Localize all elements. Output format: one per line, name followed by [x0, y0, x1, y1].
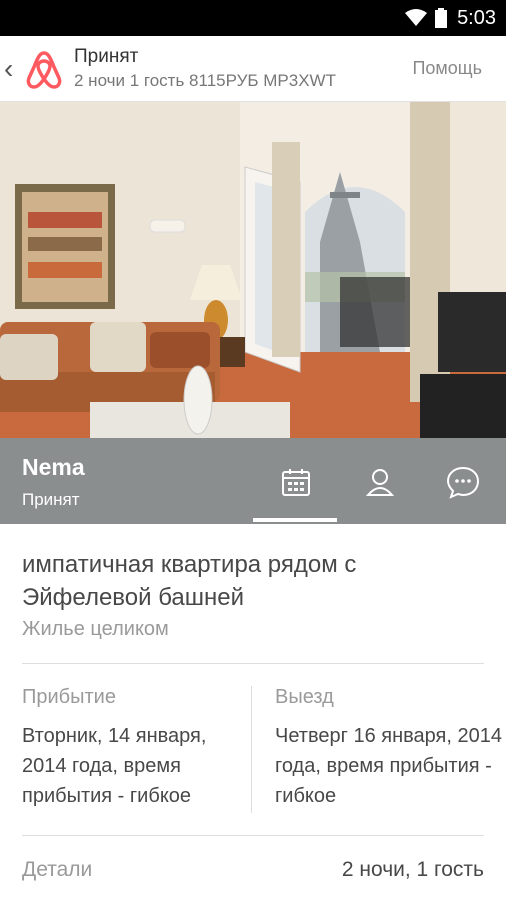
person-icon[interactable]	[360, 462, 400, 502]
dates-section: Прибытие Вторник, 14 января, 2014 года, …	[0, 664, 506, 835]
listing-type: Жилье целиком	[22, 618, 169, 640]
calendar-icon[interactable]	[276, 462, 316, 502]
checkin-value: Вторник, 14 января, 2014 года, время при…	[22, 725, 207, 807]
apartment-photo	[0, 102, 506, 438]
checkout-value: Четверг 16 января, 2014 года, время приб…	[275, 725, 502, 807]
details-label: Детали	[22, 858, 93, 881]
host-bar: Nema Принят	[0, 438, 506, 524]
clock: 5:03	[457, 6, 496, 29]
vertical-divider	[251, 686, 252, 813]
checkin-label: Прибытие	[22, 686, 116, 708]
back-icon[interactable]: ‹	[4, 53, 18, 85]
chat-icon[interactable]	[443, 462, 483, 502]
details-row[interactable]: Детали 2 ночи, 1 гость	[0, 836, 506, 904]
battery-icon	[435, 8, 448, 28]
status-bar: 5:03	[0, 0, 506, 36]
host-status: Принят	[22, 490, 80, 509]
listing-photo[interactable]	[0, 102, 506, 438]
tab-indicator	[253, 518, 337, 522]
listing-title[interactable]: импатичная квартира рядом с Эйфелевой ба…	[22, 548, 484, 614]
checkout-label: Выезд	[275, 686, 334, 708]
app-bar: ‹ Принят 2 ночи 1 гость 8115РУБ MP3XWT П…	[0, 36, 506, 102]
help-button[interactable]: Помощь	[412, 58, 482, 79]
checkin-block: Прибытие Вторник, 14 января, 2014 года, …	[0, 664, 253, 835]
details-value: 2 ночи, 1 гость	[341, 858, 484, 881]
host-name: Nema	[22, 454, 85, 480]
airbnb-logo-icon[interactable]	[22, 47, 66, 91]
wifi-icon	[405, 9, 428, 27]
checkout-block: Выезд Четверг 16 января, 2014 года, врем…	[253, 664, 506, 835]
